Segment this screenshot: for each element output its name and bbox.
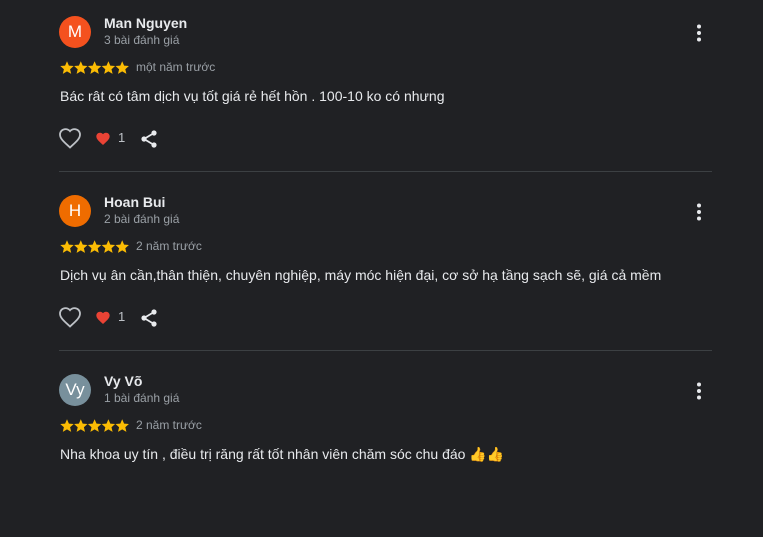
star-icon [60, 61, 74, 74]
review-card: Vy Vy Võ 1 bài đánh giá 2 năm trước Nha … [0, 358, 763, 537]
divider [59, 171, 712, 172]
star-icon [87, 240, 102, 253]
star-icon [87, 419, 102, 432]
star-icon [101, 419, 116, 432]
avatar[interactable]: H [59, 195, 91, 227]
reviewer-name[interactable]: Vy Võ [104, 373, 142, 389]
star-icon [115, 61, 129, 74]
review-time: 2 năm trước [136, 239, 202, 253]
review-card: H Hoan Bui 2 bài đánh giá 2 năm trước Dị… [0, 179, 763, 358]
review-card: M Man Nguyen 3 bài đánh giá một năm trướ… [0, 0, 763, 179]
review-count: 1 bài đánh giá [104, 391, 180, 405]
avatar[interactable]: M [59, 16, 91, 48]
heart-outline-icon[interactable] [58, 306, 82, 330]
avatar[interactable]: Vy [59, 374, 91, 406]
reviewer-name[interactable]: Man Nguyen [104, 15, 187, 31]
star-icon [74, 61, 88, 74]
review-time: 2 năm trước [136, 418, 202, 432]
review-text: Dịch vụ ân cần,thân thiện, chuyên nghiệp… [60, 267, 662, 283]
star-icon [74, 419, 88, 432]
heart-filled-icon [96, 311, 110, 324]
reaction-count: 1 [118, 309, 126, 324]
review-count: 3 bài đánh giá [104, 33, 180, 47]
star-icon [74, 240, 88, 253]
heart-filled-icon [96, 132, 110, 145]
heart-outline-icon[interactable] [58, 127, 82, 151]
review-text: Bác rât có tâm dịch vụ tốt giá rẻ hết hồ… [60, 88, 445, 104]
divider [59, 350, 712, 351]
reviewer-name[interactable]: Hoan Bui [104, 194, 165, 210]
star-rating [60, 419, 129, 432]
review-count: 2 bài đánh giá [104, 212, 180, 226]
star-rating [60, 61, 129, 74]
star-icon [101, 61, 116, 74]
star-icon [115, 419, 129, 432]
more-vert-icon[interactable] [688, 22, 710, 44]
star-icon [60, 419, 74, 432]
star-icon [115, 240, 129, 253]
share-icon[interactable] [139, 308, 159, 328]
share-icon[interactable] [139, 129, 159, 149]
reaction-count: 1 [118, 130, 126, 145]
star-icon [87, 61, 102, 74]
star-icon [101, 240, 116, 253]
more-vert-icon[interactable] [688, 380, 710, 402]
more-vert-icon[interactable] [688, 201, 710, 223]
star-rating [60, 240, 129, 253]
star-icon [60, 240, 74, 253]
review-text: Nha khoa uy tín , điều trị răng rất tốt … [60, 446, 505, 462]
review-time: một năm trước [136, 60, 216, 74]
